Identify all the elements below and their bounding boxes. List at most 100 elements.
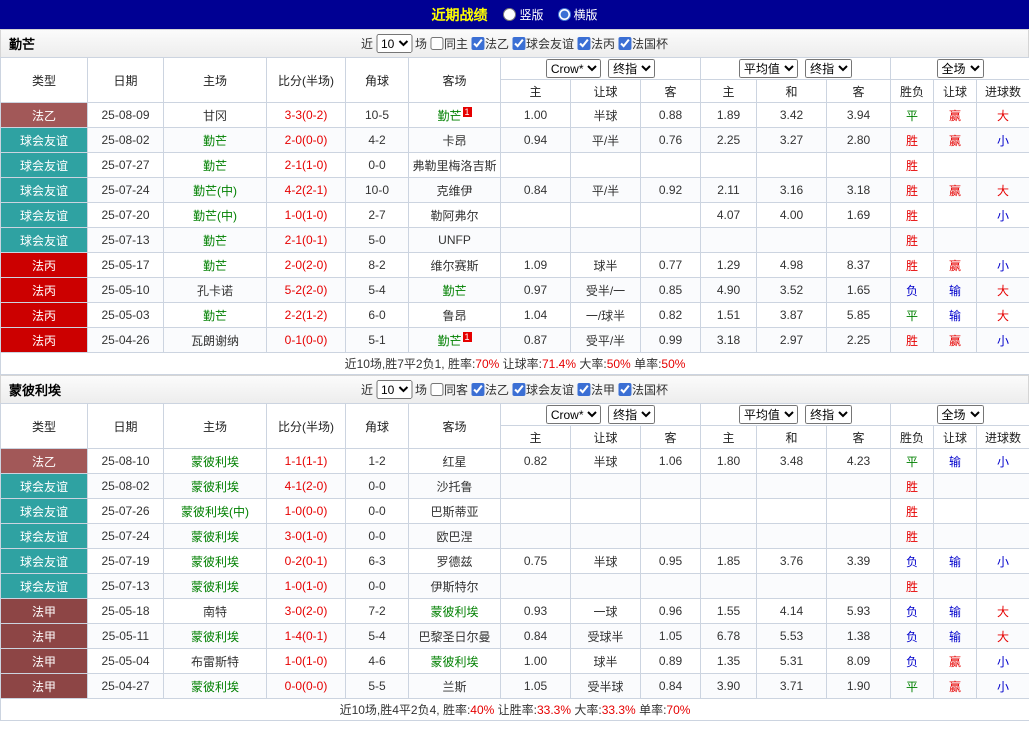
layout-radio-horizontal[interactable] bbox=[557, 8, 571, 21]
avg-home-odds: 3.18 bbox=[700, 327, 757, 353]
layout-radio-vertical[interactable] bbox=[503, 8, 517, 21]
layout-option-vertical[interactable]: 竖版 bbox=[503, 6, 544, 23]
average-select[interactable]: 平均值 bbox=[738, 59, 798, 78]
league-filter-1[interactable]: 球会友谊 bbox=[512, 35, 574, 52]
avg-draw-odds bbox=[756, 152, 827, 178]
score: 1-0(1-0) bbox=[266, 573, 346, 599]
odds-stage-select[interactable]: 终指 bbox=[608, 59, 656, 78]
match-row: 球会友谊 25-07-13 勤芒 2-1(0-1) 5-0 UNFP 胜 bbox=[0, 227, 1029, 253]
away-team: 蒙彼利埃 bbox=[408, 598, 501, 624]
handicap-line: 受球半 bbox=[570, 623, 641, 649]
recent-count-select[interactable]: 10 bbox=[375, 34, 412, 53]
avg-away-odds: 2.25 bbox=[825, 327, 892, 353]
bookmaker-select[interactable]: Crow* bbox=[545, 405, 601, 424]
home-team: 布雷斯特 bbox=[163, 648, 267, 674]
handicap-away-odds: 0.85 bbox=[640, 277, 701, 303]
handicap-home-odds: 1.04 bbox=[500, 302, 571, 328]
col-handicap-away: 客 bbox=[640, 79, 701, 103]
goals-result: 小 bbox=[976, 252, 1029, 278]
bookmaker-select[interactable]: Crow* bbox=[545, 59, 601, 78]
average-stage-select[interactable]: 终指 bbox=[805, 59, 853, 78]
league-badge: 法甲 bbox=[0, 673, 88, 699]
handicap-line bbox=[570, 573, 641, 599]
handicap-away-odds: 0.77 bbox=[640, 252, 701, 278]
same-venue-option[interactable]: 同主 bbox=[429, 35, 468, 52]
league-badge: 球会友谊 bbox=[0, 573, 88, 599]
handicap-line: 平/半 bbox=[570, 177, 641, 203]
avg-home-odds: 1.29 bbox=[700, 252, 757, 278]
league-badge: 球会友谊 bbox=[0, 152, 88, 178]
score: 1-4(0-1) bbox=[266, 623, 346, 649]
corner-count: 0-0 bbox=[345, 473, 409, 499]
handicap-line bbox=[570, 523, 641, 549]
league-filter-2[interactable]: 法甲 bbox=[577, 381, 615, 398]
red-card-badge: 1 bbox=[462, 331, 472, 342]
matches-table: 类型 日期 主场 比分(半场) 角球 客场 Crow* 终指 平均值 终指 全场 bbox=[0, 57, 1029, 375]
league-filter-2[interactable]: 法丙 bbox=[577, 35, 615, 52]
match-date: 25-07-13 bbox=[87, 227, 164, 253]
summary-segment: 33.3% bbox=[537, 703, 572, 717]
layout-option-horizontal[interactable]: 横版 bbox=[557, 6, 598, 23]
score: 2-1(1-0) bbox=[266, 152, 346, 178]
corner-count: 10-5 bbox=[345, 102, 409, 128]
handicap-line bbox=[570, 152, 641, 178]
league-filter-0[interactable]: 法乙 bbox=[470, 35, 509, 52]
avg-draw-odds bbox=[756, 498, 827, 524]
league-checkbox[interactable] bbox=[470, 37, 484, 50]
team-header-bar: 蒙彼利埃 近 10 场 同客 法乙 球会友谊 法甲 法国杯 bbox=[0, 375, 1029, 403]
home-team: 蒙彼利埃 bbox=[163, 523, 267, 549]
score: 2-0(0-0) bbox=[266, 127, 346, 153]
match-date: 25-07-24 bbox=[87, 177, 164, 203]
score: 1-1(1-1) bbox=[266, 448, 346, 474]
match-result: 平 bbox=[890, 448, 935, 474]
handicap-result bbox=[933, 227, 978, 253]
avg-home-odds: 1.51 bbox=[700, 302, 757, 328]
home-team: 勤芒 bbox=[163, 227, 267, 253]
league-checkbox[interactable] bbox=[470, 383, 484, 396]
match-date: 25-04-26 bbox=[87, 327, 164, 353]
layout-label-vertical: 竖版 bbox=[519, 8, 544, 22]
match-date: 25-08-02 bbox=[87, 473, 164, 499]
summary-segment: 单率: bbox=[630, 357, 662, 371]
scope-select[interactable]: 全场 bbox=[936, 405, 984, 424]
handicap-result: 赢 bbox=[933, 648, 978, 674]
away-team: 鲁昂 bbox=[408, 302, 501, 328]
league-checkbox[interactable] bbox=[512, 37, 526, 50]
layout-switch: 竖版 横版 bbox=[503, 6, 598, 23]
handicap-result: 输 bbox=[933, 548, 978, 574]
handicap-line bbox=[570, 227, 641, 253]
home-team: 孔卡诺 bbox=[163, 277, 267, 303]
away-team: UNFP bbox=[408, 227, 501, 253]
average-dropdowns: 平均值 终指 bbox=[699, 57, 892, 80]
summary-segment: 单率: bbox=[635, 703, 667, 717]
near-label: 近 bbox=[360, 383, 373, 397]
league-checkbox[interactable] bbox=[512, 383, 526, 396]
col-home: 主场 bbox=[163, 403, 267, 449]
league-checkbox[interactable] bbox=[618, 37, 632, 50]
league-filter-3[interactable]: 法国杯 bbox=[618, 35, 668, 52]
match-row: 球会友谊 25-07-19 蒙彼利埃 0-2(0-1) 6-3 罗德兹 0.75 半球 0.95… bbox=[0, 548, 1029, 574]
match-result: 负 bbox=[890, 277, 935, 303]
league-filter-3[interactable]: 法国杯 bbox=[618, 381, 668, 398]
odds-stage-select[interactable]: 终指 bbox=[608, 405, 656, 424]
team-header-bar: 勤芒 近 10 场 同主 法乙 球会友谊 法丙 法国杯 bbox=[0, 29, 1029, 57]
same-venue-checkbox[interactable] bbox=[429, 37, 443, 50]
scope-select[interactable]: 全场 bbox=[936, 59, 984, 78]
avg-away-odds: 1.69 bbox=[825, 202, 892, 228]
goals-result: 小 bbox=[976, 127, 1029, 153]
recent-count-select[interactable]: 10 bbox=[375, 380, 412, 399]
league-badge: 法甲 bbox=[0, 648, 88, 674]
league-filter-0[interactable]: 法乙 bbox=[470, 381, 509, 398]
league-filter-1[interactable]: 球会友谊 bbox=[512, 381, 574, 398]
league-checkbox[interactable] bbox=[577, 37, 591, 50]
avg-home-odds: 1.55 bbox=[700, 598, 757, 624]
handicap-line: 球半 bbox=[570, 648, 641, 674]
average-stage-select[interactable]: 终指 bbox=[805, 405, 853, 424]
col-avg-draw: 和 bbox=[756, 79, 827, 103]
same-venue-checkbox[interactable] bbox=[429, 383, 443, 396]
same-venue-option[interactable]: 同客 bbox=[429, 381, 468, 398]
score: 5-2(2-0) bbox=[266, 277, 346, 303]
league-checkbox[interactable] bbox=[618, 383, 632, 396]
average-select[interactable]: 平均值 bbox=[738, 405, 798, 424]
league-checkbox[interactable] bbox=[577, 383, 591, 396]
